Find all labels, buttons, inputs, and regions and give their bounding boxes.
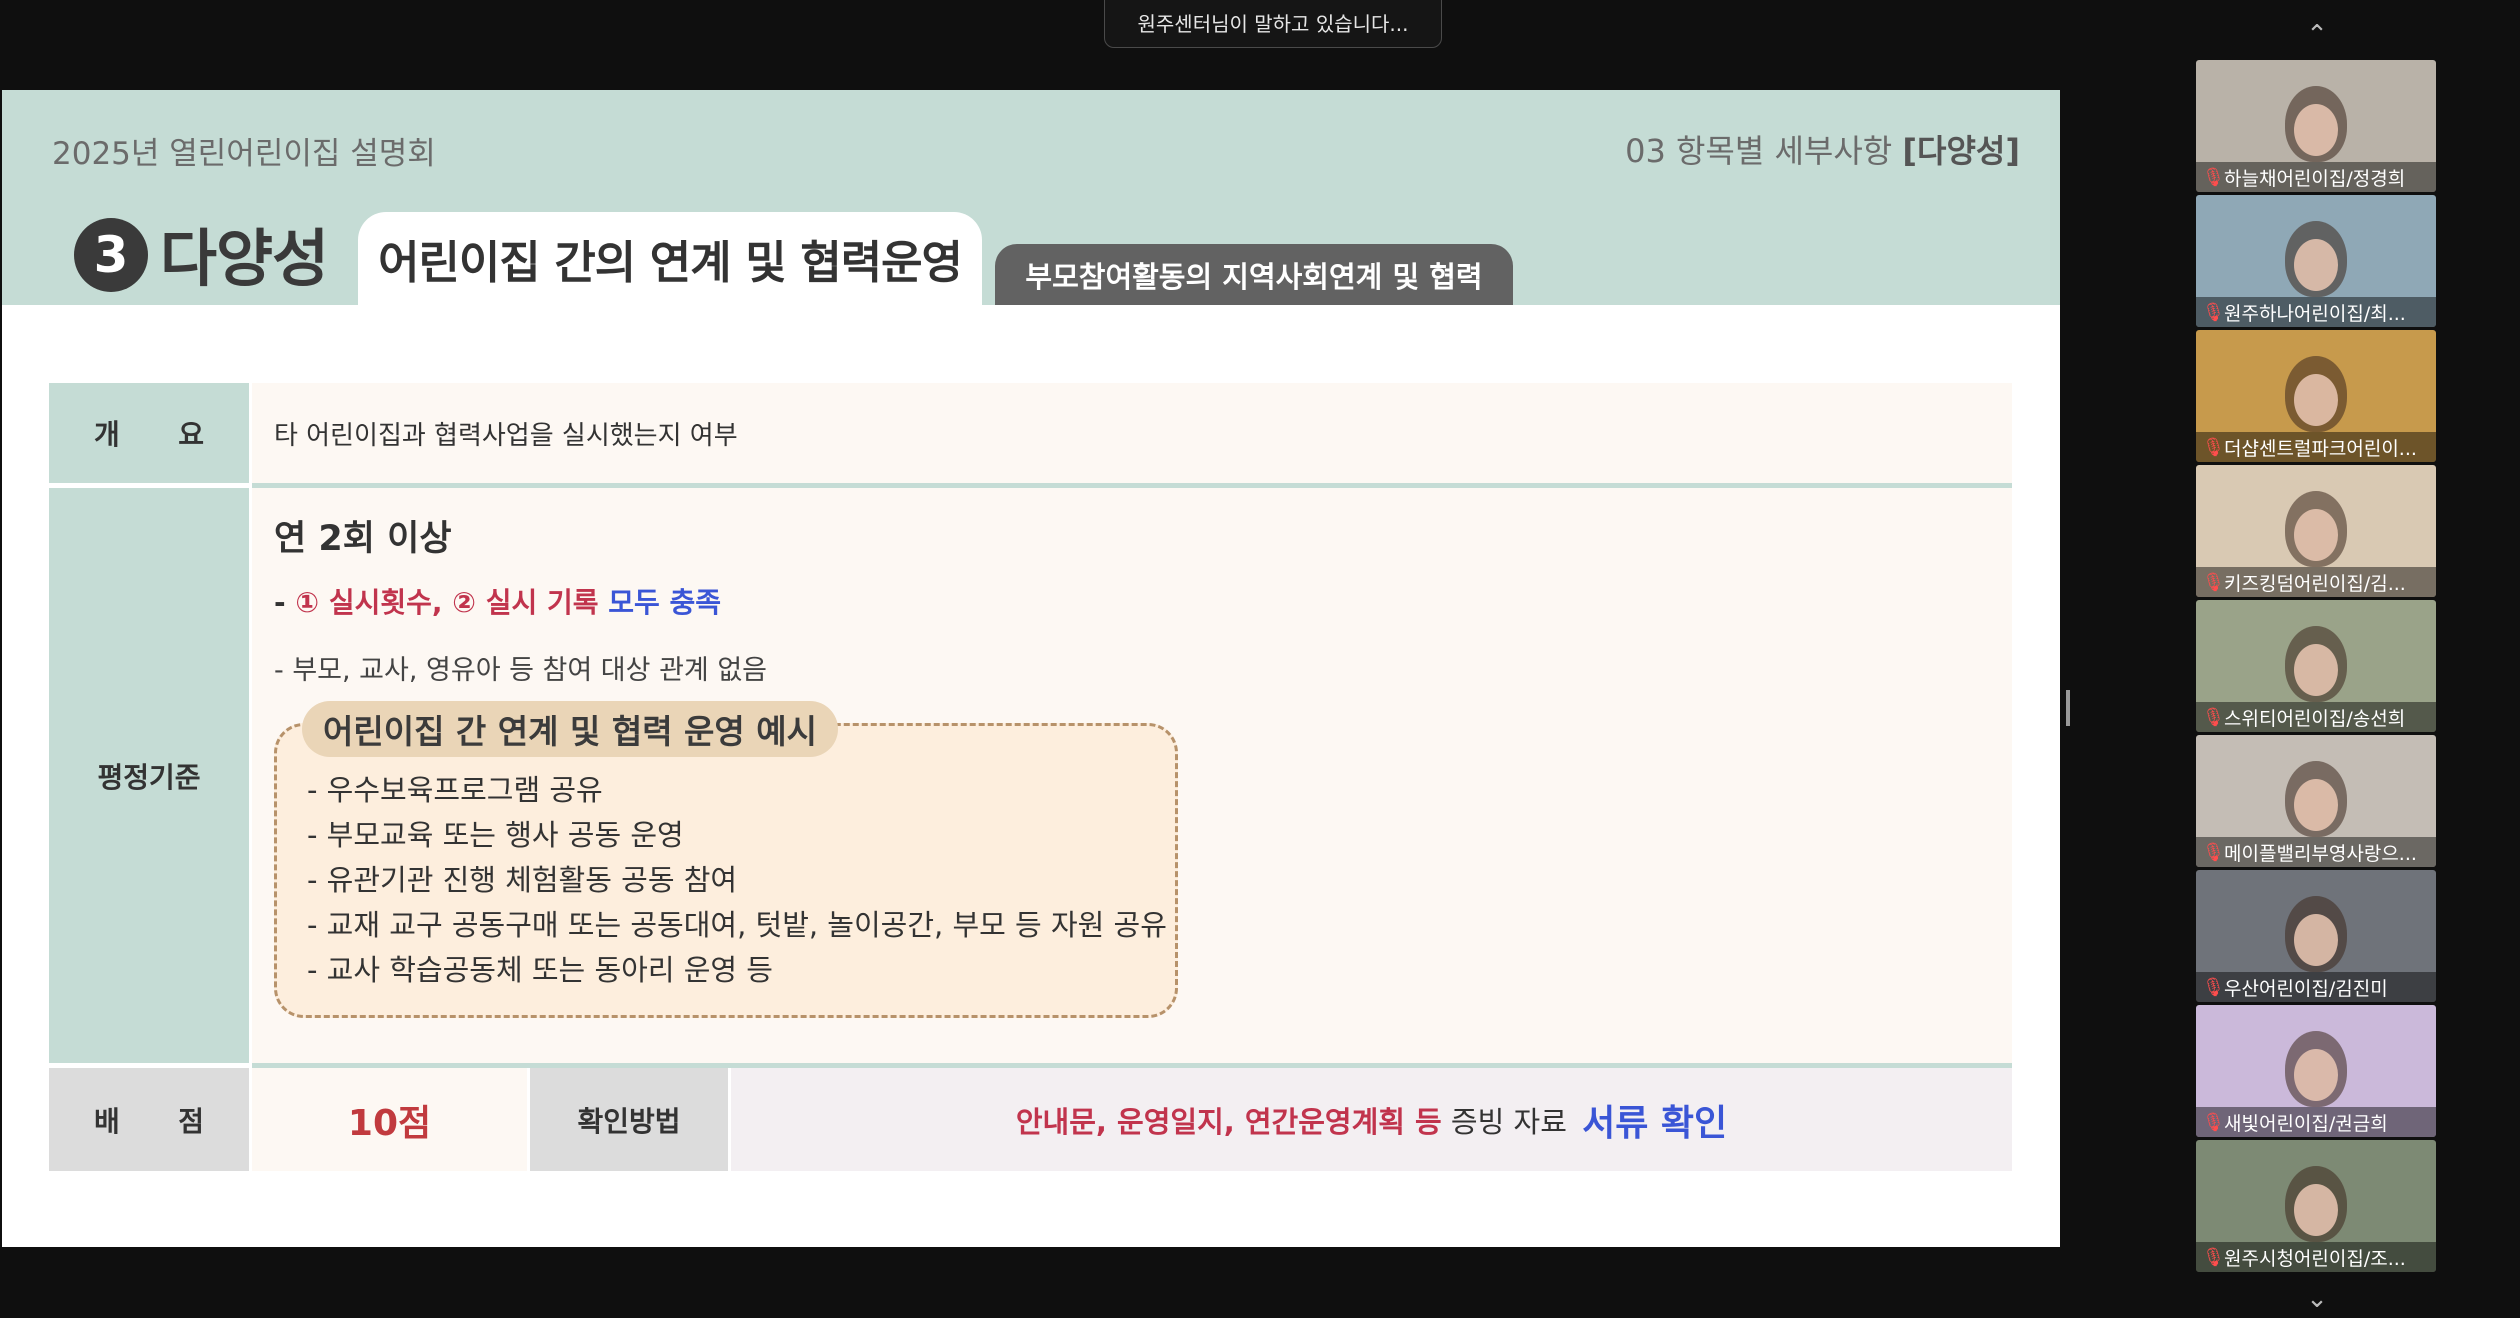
participant-name: 새빛어린이집/권금희 bbox=[2224, 1112, 2388, 1135]
mic-muted-icon: 🎙 bbox=[2202, 841, 2225, 863]
criteria-label: 평정기준 bbox=[49, 488, 249, 1063]
participant-video bbox=[2285, 221, 2347, 297]
method-text: 안내문, 운영일지, 연간운영계획 등 증빙 자료 서류 확인 bbox=[731, 1068, 2012, 1171]
participant-panel: 🎙 하늘채어린이집/정경희 🎙 원주하나어린이집/최... 🎙 더샵센트럴파크어린이.… bbox=[2196, 60, 2438, 1275]
participant-tile[interactable]: 🎙 메이플밸리부영사랑으... bbox=[2196, 735, 2436, 867]
participant-name: 우산어린이집/김진미 bbox=[2224, 977, 2388, 1000]
criteria-requirement-dash: - bbox=[274, 586, 296, 619]
criteria-row: 평정기준 연 2회 이상 - ① 실시횟수, ② 실시 기록 모두 충족 - 부… bbox=[49, 488, 2012, 1063]
method-text-mid: 증빙 자료 bbox=[1441, 1104, 1577, 1139]
chevron-up-icon[interactable]: ⌃ bbox=[2300, 22, 2334, 48]
participant-name: 더샵센트럴파크어린이... bbox=[2224, 437, 2417, 460]
participant-name: 키즈킹덤어린이집/김... bbox=[2224, 572, 2406, 595]
participant-name-bar: 🎙 우산어린이집/김진미 bbox=[2196, 972, 2436, 1002]
score-value: 10점 bbox=[252, 1068, 527, 1171]
criteria-requirement-red: ① 실시횟수, ② 실시 기록 bbox=[295, 586, 609, 619]
tab-active: 어린이집 간의 연계 및 협력운영 bbox=[358, 212, 982, 305]
example-item: - 교재 교구 공동구매 또는 공동대여, 텃밭, 놀이공간, 부모 등 자원 … bbox=[307, 908, 1167, 942]
mic-muted-icon: 🎙 bbox=[2202, 571, 2225, 593]
participant-name: 원주시청어린이집/조... bbox=[2224, 1247, 2406, 1270]
participant-tile[interactable]: 🎙 스위티어린이집/송선희 bbox=[2196, 600, 2436, 732]
mic-muted-icon: 🎙 bbox=[2202, 976, 2225, 998]
participant-name-bar: 🎙 스위티어린이집/송선희 bbox=[2196, 702, 2436, 732]
criteria-content: 연 2회 이상 - ① 실시횟수, ② 실시 기록 모두 충족 - 부모, 교사… bbox=[252, 488, 2012, 1063]
slide-header: 2025년 열린어린이집 설명회 03 항목별 세부사항 [다양성] 3 다양성… bbox=[2, 90, 2060, 305]
panel-resize-handle[interactable] bbox=[2066, 690, 2070, 726]
chevron-down-icon[interactable]: ⌄ bbox=[2300, 1286, 2334, 1312]
participant-name-bar: 🎙 새빛어린이집/권금희 bbox=[2196, 1107, 2436, 1137]
section-label-prefix: 03 항목별 세부사항 bbox=[1625, 132, 1903, 170]
participant-tile[interactable]: 🎙 원주시청어린이집/조... bbox=[2196, 1140, 2436, 1272]
criteria-requirement: - ① 실시횟수, ② 실시 기록 모두 충족 bbox=[274, 581, 721, 621]
score-row: 배 점 10점 확인방법 안내문, 운영일지, 연간운영계획 등 증빙 자료 서… bbox=[49, 1068, 2012, 1171]
participant-video bbox=[2285, 86, 2347, 162]
score-label: 배 점 bbox=[49, 1068, 249, 1171]
criteria-main: 연 2회 이상 bbox=[274, 519, 452, 559]
deck-title: 2025년 열린어린이집 설명회 bbox=[52, 136, 436, 172]
participant-video bbox=[2285, 896, 2347, 972]
participant-name: 하늘채어린이집/정경희 bbox=[2224, 167, 2406, 190]
overview-content: 타 어린이집과 협력사업을 실시했는지 여부 bbox=[252, 383, 2012, 483]
example-title: 어린이집 간 연계 및 협력 운영 예시 bbox=[302, 701, 838, 757]
shared-slide: 2025년 열린어린이집 설명회 03 항목별 세부사항 [다양성] 3 다양성… bbox=[2, 90, 2060, 1247]
tab-inactive: 부모참여활동의 지역사회연계 및 협력 bbox=[995, 244, 1513, 305]
participant-name: 스위티어린이집/송선희 bbox=[2224, 707, 2406, 730]
participant-tile[interactable]: 🎙 더샵센트럴파크어린이... bbox=[2196, 330, 2436, 462]
participant-video bbox=[2285, 1031, 2347, 1107]
participant-video bbox=[2285, 356, 2347, 432]
participant-tile[interactable]: 🎙 원주하나어린이집/최... bbox=[2196, 195, 2436, 327]
participant-video bbox=[2285, 761, 2347, 837]
participant-name-bar: 🎙 원주시청어린이집/조... bbox=[2196, 1242, 2436, 1272]
participant-name-bar: 🎙 더샵센트럴파크어린이... bbox=[2196, 432, 2436, 462]
participant-name-bar: 🎙 메이플밸리부영사랑으... bbox=[2196, 837, 2436, 867]
participant-tile[interactable]: 🎙 키즈킹덤어린이집/김... bbox=[2196, 465, 2436, 597]
mic-muted-icon: 🎙 bbox=[2202, 436, 2225, 458]
participant-tile[interactable]: 🎙 우산어린이집/김진미 bbox=[2196, 870, 2436, 1002]
mic-muted-icon: 🎙 bbox=[2202, 166, 2225, 188]
participant-name: 메이플밸리부영사랑으... bbox=[2224, 842, 2417, 865]
example-item: - 부모교육 또는 행사 공동 운영 bbox=[307, 818, 684, 852]
example-item: - 교사 학습공동체 또는 동아리 운영 등 bbox=[307, 953, 773, 987]
overview-label: 개 요 bbox=[49, 383, 249, 483]
participant-video bbox=[2285, 626, 2347, 702]
method-text-blue: 서류 확인 bbox=[1582, 1102, 1728, 1144]
category-number-badge: 3 bbox=[74, 218, 148, 292]
criteria-requirement-blue: 모두 충족 bbox=[608, 586, 722, 619]
mic-muted-icon: 🎙 bbox=[2202, 1246, 2225, 1268]
criteria-note: - 부모, 교사, 영유아 등 참여 대상 관계 없음 bbox=[274, 655, 768, 686]
example-list: - 우수보육프로그램 공유 - 부모교육 또는 행사 공동 운영 - 유관기관 … bbox=[307, 768, 1167, 993]
speaking-indicator: 원주센터님이 말하고 있습니다... bbox=[1104, 0, 1442, 48]
overview-row: 개 요 타 어린이집과 협력사업을 실시했는지 여부 bbox=[49, 383, 2012, 483]
method-text-red: 안내문, 운영일지, 연간운영계획 등 bbox=[1015, 1104, 1442, 1139]
participant-video bbox=[2285, 491, 2347, 567]
mic-muted-icon: 🎙 bbox=[2202, 1111, 2225, 1133]
participant-name-bar: 🎙 원주하나어린이집/최... bbox=[2196, 297, 2436, 327]
mic-muted-icon: 🎙 bbox=[2202, 301, 2225, 323]
overview-text: 타 어린이집과 협력사업을 실시했는지 여부 bbox=[274, 420, 738, 451]
example-item: - 우수보육프로그램 공유 bbox=[307, 773, 603, 807]
participant-video bbox=[2285, 1166, 2347, 1242]
category-title: 다양성 bbox=[160, 222, 329, 295]
participant-tile[interactable]: 🎙 새빛어린이집/권금희 bbox=[2196, 1005, 2436, 1137]
participant-name-bar: 🎙 하늘채어린이집/정경희 bbox=[2196, 162, 2436, 192]
speaking-indicator-text: 원주센터님이 말하고 있습니다... bbox=[1137, 11, 1409, 36]
section-label: 03 항목별 세부사항 [다양성] bbox=[1625, 126, 2020, 172]
section-label-bold: [다양성] bbox=[1902, 132, 2020, 170]
method-label: 확인방법 bbox=[530, 1068, 728, 1171]
participant-name-bar: 🎙 키즈킹덤어린이집/김... bbox=[2196, 567, 2436, 597]
mic-muted-icon: 🎙 bbox=[2202, 706, 2225, 728]
participant-tile[interactable]: 🎙 하늘채어린이집/정경희 bbox=[2196, 60, 2436, 192]
participant-name: 원주하나어린이집/최... bbox=[2224, 302, 2406, 325]
example-item: - 유관기관 진행 체험활동 공동 참여 bbox=[307, 863, 738, 897]
